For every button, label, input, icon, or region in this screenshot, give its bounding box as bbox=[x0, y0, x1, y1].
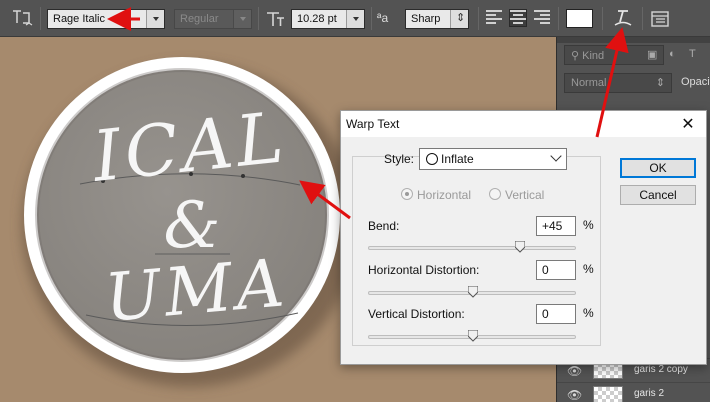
style-label: Style: bbox=[384, 152, 415, 166]
separator bbox=[258, 7, 259, 30]
layer-thumbnail bbox=[593, 386, 623, 402]
horizontal-radio[interactable] bbox=[401, 188, 413, 200]
font-size-icon bbox=[265, 9, 285, 29]
font-family-select[interactable]: Rage Italic bbox=[47, 9, 165, 29]
align-right-icon[interactable] bbox=[534, 10, 550, 26]
layer-row[interactable]: 👁 garis 2 bbox=[557, 382, 710, 402]
align-center-icon[interactable] bbox=[509, 9, 527, 27]
ok-button[interactable]: OK bbox=[620, 158, 696, 178]
character-panel-icon[interactable] bbox=[650, 9, 672, 29]
vertical-radio[interactable] bbox=[489, 188, 501, 200]
chevron-down-icon[interactable] bbox=[346, 10, 364, 28]
separator bbox=[642, 7, 643, 30]
cancel-button[interactable]: Cancel bbox=[620, 185, 696, 205]
bend-label: Bend: bbox=[368, 219, 400, 233]
close-icon[interactable]: ✕ bbox=[678, 114, 698, 134]
chevron-down-icon[interactable] bbox=[233, 10, 251, 28]
font-size-input[interactable]: 10.28 pt bbox=[291, 9, 365, 29]
canvas-text-line3: UMA bbox=[102, 244, 291, 337]
separator bbox=[558, 7, 559, 30]
vertical-text-orientation-icon[interactable] bbox=[10, 8, 34, 28]
vdist-value: 0 bbox=[542, 307, 549, 321]
hdist-label: Horizontal Distortion: bbox=[368, 263, 480, 277]
svg-text:' ' ': ' ' ' bbox=[118, 37, 133, 44]
dialog-title: Warp Text bbox=[346, 117, 400, 131]
inflate-style-icon bbox=[426, 153, 438, 165]
style-value: Inflate bbox=[441, 152, 474, 166]
vdist-slider[interactable] bbox=[368, 330, 576, 342]
panel-tab-strip bbox=[557, 37, 710, 43]
warp-text-icon[interactable] bbox=[612, 6, 634, 30]
layer-name: garis 2 copy bbox=[634, 364, 688, 375]
separator bbox=[478, 7, 479, 30]
percent-label: % bbox=[583, 218, 594, 232]
slider-thumb[interactable] bbox=[468, 330, 478, 342]
font-size-value: 10.28 pt bbox=[297, 13, 337, 25]
antialias-select[interactable]: Sharp bbox=[405, 9, 469, 29]
text-color-swatch[interactable] bbox=[566, 9, 593, 28]
font-style-select[interactable]: Regular bbox=[174, 9, 252, 29]
vdist-input[interactable]: 0 bbox=[536, 304, 576, 324]
vertical-label: Vertical bbox=[505, 188, 545, 202]
separator bbox=[602, 7, 603, 30]
eye-icon[interactable]: 👁 bbox=[567, 388, 582, 402]
filter-label: Kind bbox=[582, 50, 605, 62]
type-filter-icon[interactable]: T bbox=[689, 48, 696, 60]
font-family-value: Rage Italic bbox=[53, 13, 105, 25]
blend-mode-value: Normal bbox=[571, 77, 607, 89]
adjustment-filter-icon[interactable]: ◐ bbox=[669, 48, 676, 60]
up-down-icon[interactable] bbox=[450, 10, 468, 28]
separator bbox=[371, 7, 372, 30]
bend-value: +45 bbox=[542, 219, 563, 233]
options-bar: Rage Italic Regular 10.28 pt ªa Sharp bbox=[0, 0, 710, 37]
warp-text-dialog: Warp Text ✕ Style: Inflate Horizontal Ve… bbox=[340, 110, 707, 365]
slider-thumb[interactable] bbox=[514, 241, 525, 253]
blend-mode-select[interactable]: Normal ⇕ bbox=[564, 73, 672, 93]
search-icon: ⚲ bbox=[571, 50, 583, 62]
horizontal-label: Horizontal bbox=[417, 188, 472, 202]
align-left-icon[interactable] bbox=[486, 10, 502, 26]
font-style-value: Regular bbox=[180, 13, 219, 25]
image-filter-icon[interactable]: ▣ bbox=[647, 48, 657, 61]
percent-label: % bbox=[583, 262, 594, 276]
eye-icon[interactable]: 👁 bbox=[567, 364, 582, 378]
layer-name: garis 2 bbox=[634, 388, 665, 399]
hdist-value: 0 bbox=[542, 263, 549, 277]
up-down-icon: ⇕ bbox=[655, 77, 665, 89]
vdist-label: Vertical Distortion: bbox=[368, 307, 465, 321]
style-select[interactable]: Inflate bbox=[419, 148, 567, 170]
chevron-down-icon[interactable] bbox=[146, 10, 164, 28]
hdist-input[interactable]: 0 bbox=[536, 260, 576, 280]
bend-input[interactable]: +45 bbox=[536, 216, 576, 236]
antialias-icon: ªa bbox=[377, 11, 389, 25]
chevron-down-icon[interactable] bbox=[550, 150, 562, 162]
slider-thumb[interactable] bbox=[468, 286, 478, 298]
bend-slider[interactable] bbox=[368, 241, 576, 253]
dialog-titlebar[interactable]: Warp Text ✕ bbox=[341, 111, 706, 137]
percent-label: % bbox=[583, 306, 594, 320]
hdist-slider[interactable] bbox=[368, 286, 576, 298]
antialias-value: Sharp bbox=[411, 13, 441, 25]
separator bbox=[40, 7, 41, 30]
opacity-label: Opacity bbox=[681, 76, 710, 88]
